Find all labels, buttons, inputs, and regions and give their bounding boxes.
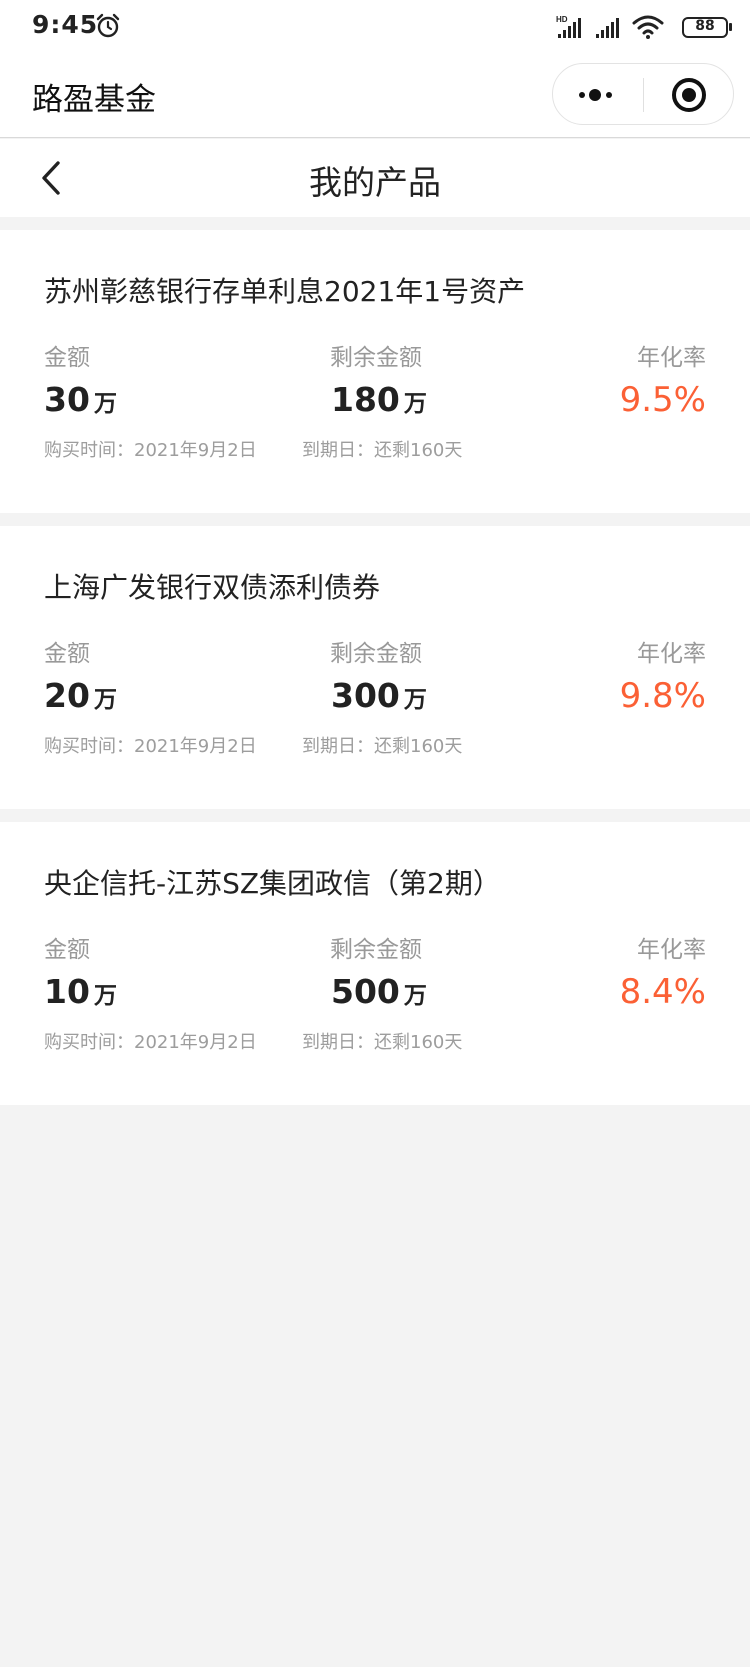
due-date: 到期日：还剩160天: [302, 736, 463, 757]
more-button[interactable]: [571, 74, 631, 116]
remaining-unit: 万: [403, 983, 427, 1009]
remaining-value: 300 万: [331, 676, 427, 715]
product-card[interactable]: 苏州彰慈银行存单利息2021年1号资产 金额 剩余金额 年化率 30 万 180 万…: [0, 230, 750, 513]
battery-level: 88: [695, 18, 715, 34]
amount-value: 30 万: [44, 380, 117, 419]
remaining-unit: 万: [403, 391, 427, 417]
close-mini-program-button[interactable]: [663, 74, 715, 116]
product-name: 央企信托-江苏SZ集团政信（第2期）: [44, 867, 501, 900]
mini-program-capsule: [552, 63, 734, 125]
amount-label: 金额: [44, 641, 90, 667]
battery-icon: 88: [682, 17, 728, 38]
amount-value: 20 万: [44, 676, 117, 715]
status-icons: HD 88: [556, 14, 736, 40]
rate-value: 9.8%: [619, 676, 706, 716]
product-name: 苏州彰慈银行存单利息2021年1号资产: [44, 275, 526, 308]
page-title: 我的产品: [309, 163, 441, 202]
product-card[interactable]: 央企信托-江苏SZ集团政信（第2期） 金额 剩余金额 年化率 10 万 500 万 …: [0, 822, 750, 1105]
svg-text:HD: HD: [556, 15, 568, 24]
amount-label: 金额: [44, 345, 90, 371]
product-name: 上海广发银行双债添利债券: [44, 571, 381, 604]
remaining-number: 180: [331, 380, 400, 419]
amount-number: 10: [44, 972, 90, 1011]
rate-value: 9.5%: [619, 380, 706, 420]
battery-cap: [729, 23, 732, 31]
status-bar: 9:45 HD 88: [0, 0, 750, 54]
chevron-left-icon: [42, 161, 60, 195]
amount-value: 10 万: [44, 972, 117, 1011]
hd-signal-icon: HD: [556, 15, 581, 38]
app-bar: 路盈基金: [0, 54, 750, 138]
remaining-unit: 万: [403, 687, 427, 713]
purchase-time: 购买时间：2021年9月2日: [44, 440, 257, 461]
amount-label: 金额: [44, 937, 90, 963]
due-date: 到期日：还剩160天: [302, 1032, 463, 1053]
more-dot-icon: [606, 92, 612, 98]
rate-label: 年化率: [637, 937, 706, 963]
rate-value: 8.4%: [619, 972, 706, 1012]
back-button[interactable]: [34, 153, 76, 203]
amount-number: 30: [44, 380, 90, 419]
amount-unit: 万: [93, 983, 117, 1009]
rate-label: 年化率: [637, 345, 706, 371]
product-card[interactable]: 上海广发银行双债添利债券 金额 剩余金额 年化率 20 万 300 万 9.8% 购…: [0, 526, 750, 809]
remaining-label: 剩余金额: [330, 641, 422, 667]
more-dot-icon: [589, 89, 601, 101]
page-header: 我的产品: [0, 139, 750, 217]
more-dot-icon: [579, 92, 585, 98]
wifi-icon: [632, 15, 664, 39]
due-date: 到期日：还剩160天: [302, 440, 463, 461]
capsule-divider: [643, 78, 644, 112]
remaining-label: 剩余金额: [330, 345, 422, 371]
remaining-number: 500: [331, 972, 400, 1011]
remaining-value: 500 万: [331, 972, 427, 1011]
remaining-number: 300: [331, 676, 400, 715]
amount-number: 20: [44, 676, 90, 715]
status-time: 9:45: [32, 10, 99, 39]
amount-unit: 万: [93, 391, 117, 417]
target-dot-icon: [682, 88, 696, 102]
purchase-time: 购买时间：2021年9月2日: [44, 736, 257, 757]
amount-unit: 万: [93, 687, 117, 713]
remaining-label: 剩余金额: [330, 937, 422, 963]
remaining-value: 180 万: [331, 380, 427, 419]
app-title: 路盈基金: [32, 82, 156, 118]
rate-label: 年化率: [637, 641, 706, 667]
alarm-clock-icon: [96, 13, 120, 38]
purchase-time: 购买时间：2021年9月2日: [44, 1032, 257, 1053]
signal-icon: [596, 18, 619, 38]
